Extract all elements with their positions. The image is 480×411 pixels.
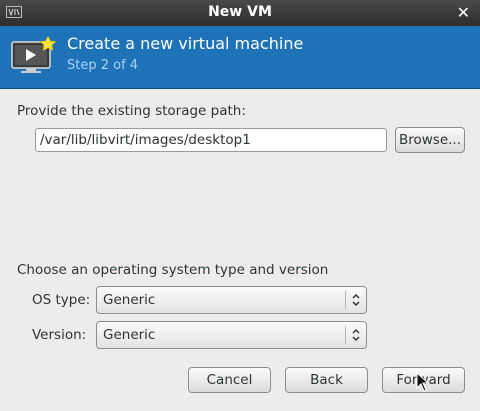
header-banner: Create a new virtual machine Step 2 of 4 — [0, 26, 480, 89]
version-label: Version: — [32, 327, 87, 343]
os-section-label: Choose an operating system type and vers… — [17, 262, 329, 278]
cancel-button[interactable]: Cancel — [188, 367, 271, 393]
wizard-content: Provide the existing storage path: /var/… — [0, 89, 480, 411]
mouse-pointer-icon — [416, 372, 430, 392]
version-select[interactable]: Generic — [96, 321, 367, 349]
new-vm-icon — [11, 36, 56, 73]
version-value: Generic — [103, 327, 156, 343]
step-indicator: Step 2 of 4 — [67, 58, 139, 73]
storage-path-label: Provide the existing storage path: — [17, 103, 246, 119]
os-type-select[interactable]: Generic — [96, 286, 367, 314]
window-title: New VM — [208, 4, 272, 20]
up-down-arrows-icon — [352, 293, 360, 307]
banner-heading: Create a new virtual machine — [67, 34, 304, 53]
up-down-arrows-icon — [352, 328, 360, 342]
os-type-value: Generic — [103, 292, 156, 308]
title-bar: New VM ✕ — [0, 0, 480, 26]
os-type-label: OS type: — [32, 292, 91, 308]
browse-button[interactable]: Browse... — [395, 127, 465, 153]
back-button[interactable]: Back — [285, 367, 368, 393]
combo-separator — [345, 291, 346, 309]
storage-path-input[interactable]: /var/lib/libvirt/images/desktop1 — [35, 128, 387, 152]
combo-separator — [345, 326, 346, 344]
close-icon[interactable]: ✕ — [457, 3, 470, 22]
